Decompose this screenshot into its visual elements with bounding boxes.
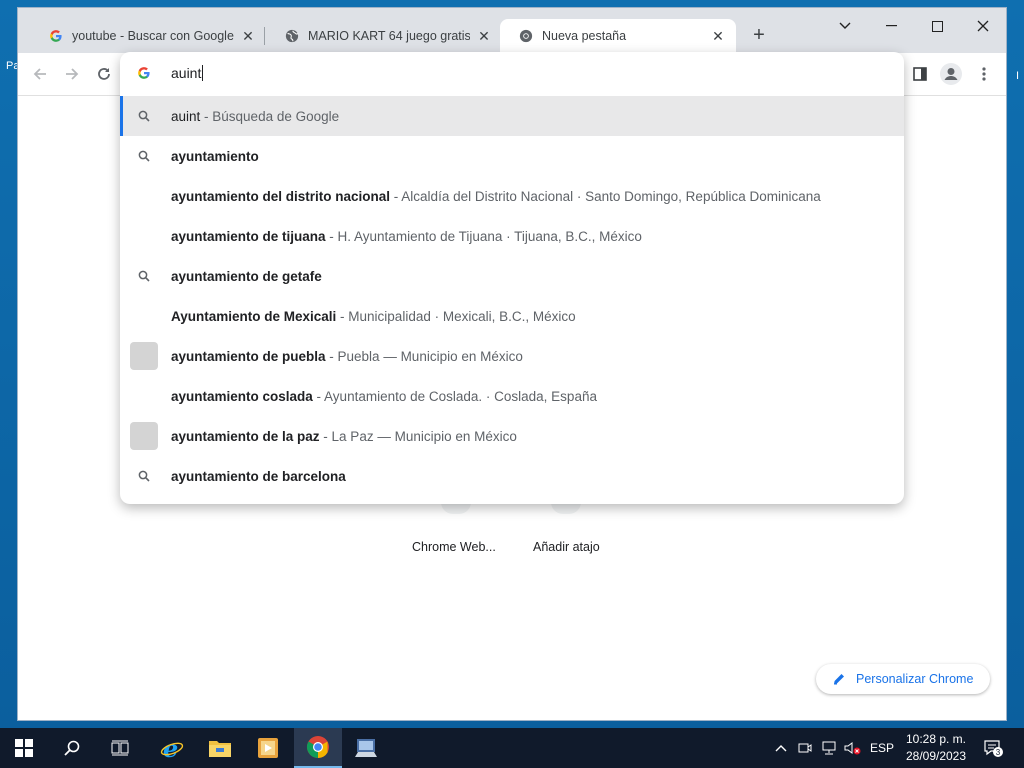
omnibox-suggestion[interactable]: ayuntamiento del distrito nacional - Alc… (120, 176, 904, 216)
suggestion-text: ayuntamiento de puebla - Puebla — Munici… (171, 349, 523, 364)
menu-dots-icon[interactable] (973, 63, 995, 85)
omnibox-suggestion[interactable]: ayuntamiento coslada - Ayuntamiento de C… (120, 376, 904, 416)
close-icon[interactable]: ✕ (710, 28, 726, 44)
search-icon (136, 148, 152, 164)
suggestion-main: ayuntamiento del distrito nacional (171, 188, 391, 204)
chrome-icon (518, 28, 534, 44)
tab-mario-kart[interactable]: MARIO KART 64 juego gratis on ✕ (266, 19, 502, 53)
reload-button[interactable] (93, 63, 115, 85)
network-icon[interactable] (818, 728, 840, 768)
media-player-icon[interactable] (244, 728, 292, 768)
omnibox-suggestion[interactable]: ayuntamiento de getafe (120, 256, 904, 296)
clock-time: 10:28 p. m. (905, 732, 967, 746)
shortcut-add[interactable]: Añadir atajo (533, 540, 600, 554)
omnibox-suggestion[interactable]: Ayuntamiento de Mexicali - Municipalidad… (120, 296, 904, 336)
globe-icon (284, 28, 300, 44)
suggestion-text: ayuntamiento (171, 149, 259, 164)
omnibox-suggestion[interactable]: auint - Búsqueda de Google (120, 96, 904, 136)
shortcut-chrome-web-store[interactable]: Chrome Web... (412, 540, 496, 554)
suggestion-text: ayuntamiento coslada - Ayuntamiento de C… (171, 389, 597, 404)
volume-muted-icon[interactable] (842, 728, 864, 768)
tab-strip: youtube - Buscar con Google ✕ MARIO KART… (18, 8, 1006, 53)
suggestion-text: ayuntamiento de la paz - La Paz — Munici… (171, 429, 517, 444)
clock[interactable]: 10:28 p. m. 28/09/2023 (895, 731, 977, 765)
omnibox-suggestion[interactable]: ayuntamiento de puebla - Puebla — Munici… (120, 336, 904, 376)
omnibox[interactable]: auint (120, 52, 904, 96)
tab-new-tab[interactable]: Nueva pestaña ✕ (500, 19, 736, 53)
internet-explorer-icon[interactable]: e (148, 728, 196, 768)
google-g-icon (137, 66, 153, 82)
tab-search-chevron-icon[interactable] (822, 14, 868, 38)
profile-avatar-icon[interactable] (940, 63, 962, 85)
suggestion-main: ayuntamiento de barcelona (171, 468, 346, 484)
search-icon (136, 268, 152, 284)
pencil-icon (832, 672, 846, 686)
omnibox-suggestion[interactable]: ayuntamiento de tijuana - H. Ayuntamient… (120, 216, 904, 256)
notification-count: 3 (996, 748, 1001, 757)
search-icon (136, 468, 152, 484)
network-app-icon[interactable] (342, 728, 390, 768)
suggestion-text: Ayuntamiento de Mexicali - Municipalidad… (171, 309, 576, 324)
tab-title: youtube - Buscar con Google (72, 29, 234, 43)
back-button[interactable] (29, 63, 51, 85)
suggestion-main: auint (171, 108, 201, 124)
close-icon[interactable]: ✕ (240, 28, 256, 44)
tab-title: Nueva pestaña (542, 29, 627, 43)
suggestion-main: ayuntamiento coslada (171, 388, 313, 404)
chevron-up-icon[interactable] (772, 728, 790, 768)
suggestion-description: - Municipalidad · Mexicali, B.C., México (336, 308, 576, 324)
suggestion-description: - La Paz — Municipio en México (319, 428, 517, 444)
taskbar: e ESP 10:28 p. m. 28/09/2023 3 (0, 728, 1024, 768)
suggestion-description: - H. Ayuntamiento de Tijuana · Tijuana, … (325, 228, 642, 244)
suggestion-main: ayuntamiento (171, 148, 259, 164)
suggestion-description: - Ayuntamiento de Coslada. · Coslada, Es… (312, 388, 597, 404)
forward-button[interactable] (61, 63, 83, 85)
suggestion-description: - Puebla — Municipio en México (325, 348, 523, 364)
suggestion-main: ayuntamiento de tijuana (171, 228, 326, 244)
suggestion-text: ayuntamiento del distrito nacional - Alc… (171, 189, 821, 204)
tab-youtube-search[interactable]: youtube - Buscar con Google ✕ (30, 19, 266, 53)
meet-now-icon[interactable] (796, 728, 814, 768)
suggestion-main: ayuntamiento de getafe (171, 268, 322, 284)
search-icon (136, 108, 152, 124)
omnibox-suggestion[interactable]: ayuntamiento de barcelona (120, 456, 904, 496)
omnibox-dropdown: auint auint - Búsqueda de Google ayuntami… (120, 52, 904, 504)
start-button[interactable] (0, 728, 48, 768)
file-explorer-icon[interactable] (196, 728, 244, 768)
tab-title: MARIO KART 64 juego gratis on (308, 29, 470, 43)
suggestion-thumbnail (130, 342, 158, 370)
notifications-icon[interactable]: 3 (980, 728, 1006, 768)
omnibox-input[interactable]: auint (171, 65, 203, 81)
suggestion-text: auint - Búsqueda de Google (171, 109, 339, 124)
side-panel-icon[interactable] (909, 63, 931, 85)
desktop-icon-label[interactable]: I (1016, 70, 1019, 82)
omnibox-suggestion[interactable]: ayuntamiento de la paz - La Paz — Munici… (120, 416, 904, 456)
google-g-icon (48, 28, 64, 44)
close-window-button[interactable] (960, 14, 1006, 38)
chrome-taskbar-icon[interactable] (294, 728, 342, 768)
close-icon[interactable]: ✕ (476, 28, 492, 44)
suggestion-main: ayuntamiento de puebla (171, 348, 326, 364)
task-view-icon[interactable] (96, 728, 144, 768)
search-icon[interactable] (48, 728, 96, 768)
suggestion-main: Ayuntamiento de Mexicali (171, 308, 337, 324)
suggestion-text: ayuntamiento de getafe (171, 269, 322, 284)
suggestion-main: ayuntamiento de la paz (171, 428, 320, 444)
customize-label: Personalizar Chrome (856, 672, 974, 686)
suggestion-description: - Búsqueda de Google (200, 108, 340, 124)
customize-chrome-button[interactable]: Personalizar Chrome (816, 664, 990, 694)
new-tab-button[interactable]: + (748, 25, 770, 47)
clock-date: 28/09/2023 (905, 749, 967, 763)
omnibox-suggestion[interactable]: ayuntamiento (120, 136, 904, 176)
minimize-button[interactable] (868, 14, 914, 38)
language-indicator[interactable]: ESP (868, 728, 896, 768)
maximize-button[interactable] (914, 14, 960, 38)
tab-separator (264, 27, 265, 45)
suggestion-text: ayuntamiento de tijuana - H. Ayuntamient… (171, 229, 642, 244)
suggestion-text: ayuntamiento de barcelona (171, 469, 346, 484)
suggestion-description: - Alcaldía del Distrito Nacional · Santo… (390, 188, 821, 204)
suggestion-thumbnail (130, 422, 158, 450)
